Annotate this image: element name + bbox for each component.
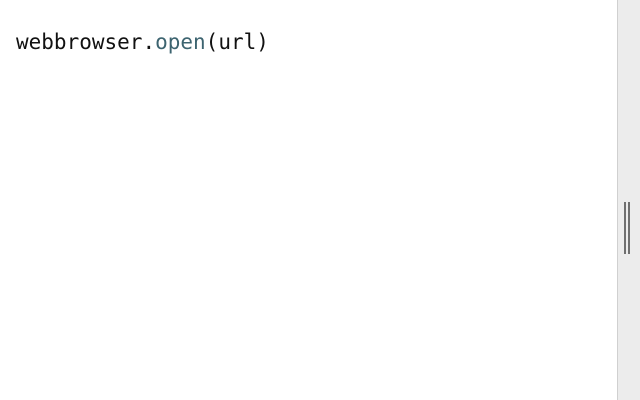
code-token-open-paren: (: [205, 30, 219, 54]
code-token-argument: url: [218, 30, 257, 54]
code-token-object: webbrowser: [16, 30, 143, 54]
code-token-dot: .: [142, 30, 156, 54]
code-editor[interactable]: webbrowser.open(url): [0, 0, 617, 400]
vertical-scrollbar[interactable]: [617, 0, 640, 400]
scrollbar-grip-icon[interactable]: [624, 202, 630, 254]
code-token-method: open: [155, 30, 206, 54]
code-line-1[interactable]: webbrowser.open(url): [16, 28, 269, 56]
code-token-close-paren: ): [256, 30, 269, 54]
